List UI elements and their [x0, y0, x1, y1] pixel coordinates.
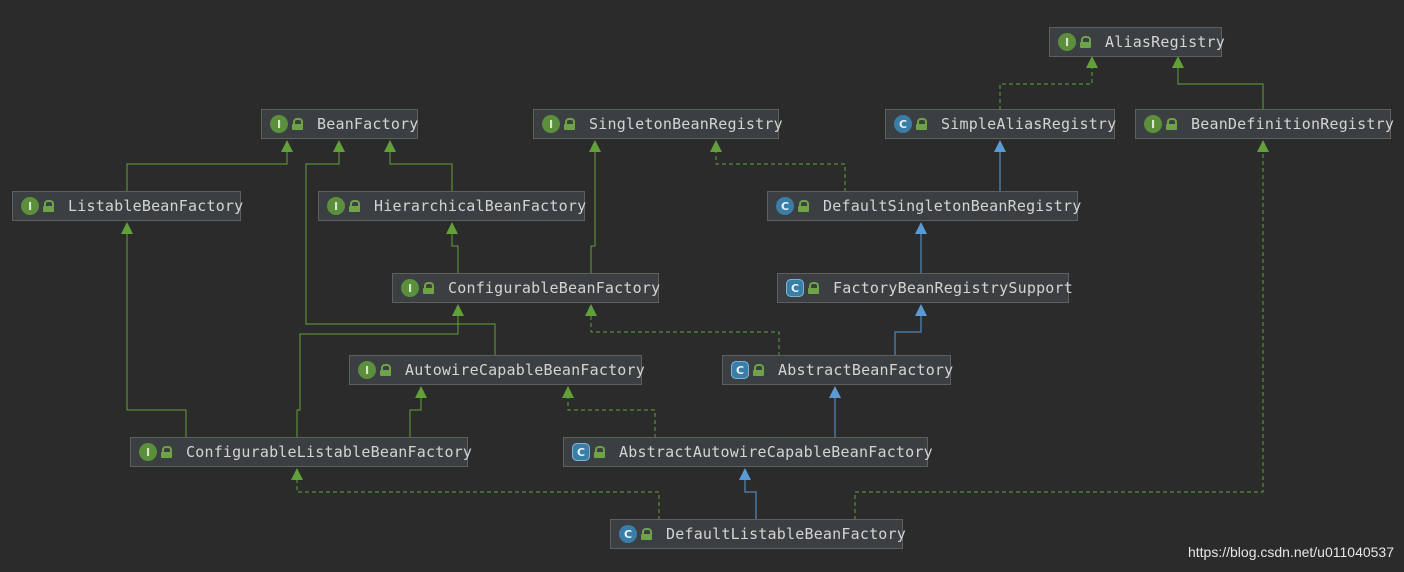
node-label: ListableBeanFactory — [68, 197, 244, 215]
arrow-head — [121, 222, 133, 234]
node-autowire-capable-bean-factory[interactable]: I AutowireCapableBeanFactory — [349, 355, 645, 385]
interface-icon: I — [358, 361, 376, 379]
public-lock-icon — [423, 282, 434, 294]
public-lock-icon — [564, 118, 575, 130]
public-lock-icon — [380, 364, 391, 376]
edge-simplealias-aliasregistry — [999, 58, 1093, 110]
node-label: DefaultListableBeanFactory — [666, 525, 906, 543]
public-lock-icon — [1080, 36, 1091, 48]
node-listable-bean-factory[interactable]: I ListableBeanFactory — [12, 191, 244, 221]
node-abstract-autowire-capable-bean-factory[interactable]: C AbstractAutowireCapableBeanFactory — [563, 437, 933, 467]
public-lock-icon — [916, 118, 927, 130]
public-lock-icon — [798, 200, 809, 212]
node-label: BeanDefinitionRegistry — [1191, 115, 1395, 133]
public-lock-icon — [641, 528, 652, 540]
watermark-url: https://blog.csdn.net/u011040537 — [1187, 544, 1394, 560]
node-hierarchical-bean-factory[interactable]: I HierarchicalBeanFactory — [318, 191, 587, 221]
edge-hierarchical-beanfactory — [389, 142, 453, 192]
edge-dlbf-clbf — [296, 470, 660, 520]
arrow-head — [585, 304, 597, 316]
edge-clbf-listable — [126, 224, 187, 438]
interface-icon: I — [21, 197, 39, 215]
arrow-head — [915, 222, 927, 234]
arrow-head — [710, 140, 722, 152]
abstract-class-icon: C — [786, 279, 804, 297]
public-lock-icon — [808, 282, 819, 294]
public-lock-icon — [753, 364, 764, 376]
interface-icon: I — [542, 115, 560, 133]
interface-icon: I — [1058, 33, 1076, 51]
edge-beandefinition-aliasregistry — [1177, 58, 1264, 110]
class-icon: C — [894, 115, 912, 133]
public-lock-icon — [1166, 118, 1177, 130]
node-label: HierarchicalBeanFactory — [374, 197, 587, 215]
node-default-singleton-bean-registry[interactable]: C DefaultSingletonBeanRegistry — [767, 191, 1082, 221]
node-alias-registry[interactable]: I AliasRegistry — [1049, 27, 1225, 57]
interface-icon: I — [1144, 115, 1162, 133]
arrow-head — [739, 468, 751, 480]
class-icon: C — [776, 197, 794, 215]
arrow-head — [1257, 140, 1269, 152]
arrow-head — [915, 304, 927, 316]
edge-listable-beanfactory — [126, 142, 288, 192]
arrow-head — [829, 386, 841, 398]
edge-configurable-singletonregistry — [590, 142, 596, 274]
node-label: SingletonBeanRegistry — [589, 115, 783, 133]
interface-icon: I — [270, 115, 288, 133]
arrow-head — [281, 140, 293, 152]
arrow-head — [994, 140, 1006, 152]
node-label: AutowireCapableBeanFactory — [405, 361, 645, 379]
arrow-head — [333, 140, 345, 152]
node-simple-alias-registry[interactable]: C SimpleAliasRegistry — [885, 109, 1117, 139]
edge-aacbf-autowire — [567, 388, 656, 438]
interface-icon: I — [139, 443, 157, 461]
public-lock-icon — [161, 446, 172, 458]
class-icon: C — [619, 525, 637, 543]
node-label: AliasRegistry — [1105, 33, 1225, 51]
arrow-head — [291, 468, 303, 480]
arrow-head — [384, 140, 396, 152]
edge-defaultsingleton-singletonregistry — [715, 142, 846, 192]
node-factory-bean-registry-support[interactable]: C FactoryBeanRegistrySupport — [777, 273, 1073, 303]
arrow-head — [589, 140, 601, 152]
arrow-head — [415, 386, 427, 398]
node-label: AbstractAutowireCapableBeanFactory — [619, 443, 933, 461]
node-default-listable-bean-factory[interactable]: C DefaultListableBeanFactory — [610, 519, 906, 549]
edge-autowire-beanfactory — [305, 142, 496, 356]
arrow-head — [1086, 56, 1098, 68]
node-bean-definition-registry[interactable]: I BeanDefinitionRegistry — [1135, 109, 1395, 139]
arrow-head — [562, 386, 574, 398]
node-label: AbstractBeanFactory — [778, 361, 954, 379]
node-bean-factory[interactable]: I BeanFactory — [261, 109, 418, 139]
node-label: ConfigurableListableBeanFactory — [186, 443, 473, 461]
node-label: BeanFactory — [317, 115, 419, 133]
node-configurable-listable-bean-factory[interactable]: I ConfigurableListableBeanFactory — [130, 437, 472, 467]
node-singleton-bean-registry[interactable]: I SingletonBeanRegistry — [533, 109, 783, 139]
abstract-class-icon: C — [731, 361, 749, 379]
node-label: FactoryBeanRegistrySupport — [833, 279, 1073, 297]
public-lock-icon — [594, 446, 605, 458]
arrow-head — [1172, 56, 1184, 68]
interface-icon: I — [401, 279, 419, 297]
abstract-class-icon: C — [572, 443, 590, 461]
public-lock-icon — [43, 200, 54, 212]
node-abstract-bean-factory[interactable]: C AbstractBeanFactory — [722, 355, 954, 385]
public-lock-icon — [292, 118, 303, 130]
node-label: SimpleAliasRegistry — [941, 115, 1117, 133]
node-configurable-bean-factory[interactable]: I ConfigurableBeanFactory — [392, 273, 661, 303]
edge-abstractbf-configurable — [590, 306, 780, 356]
node-label: DefaultSingletonBeanRegistry — [823, 197, 1082, 215]
arrow-head — [452, 304, 464, 316]
arrow-head — [446, 222, 458, 234]
public-lock-icon — [349, 200, 360, 212]
interface-icon: I — [327, 197, 345, 215]
relations-canvas — [121, 56, 1269, 520]
node-label: ConfigurableBeanFactory — [448, 279, 661, 297]
